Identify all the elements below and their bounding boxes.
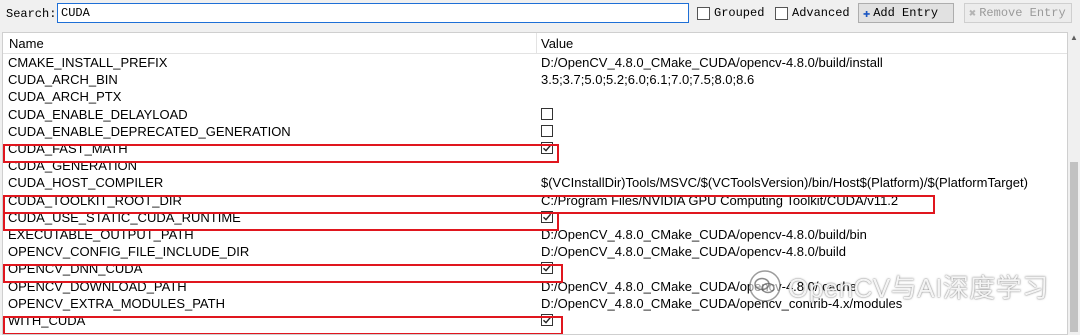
entry-name: EXECUTABLE_OUTPUT_PATH <box>8 227 194 242</box>
advanced-label: Advanced <box>792 6 850 20</box>
checkmark-icon <box>543 144 552 152</box>
table-header: Name Value <box>3 33 1067 54</box>
entry-value-checkbox[interactable] <box>541 124 553 137</box>
table-row[interactable]: WITH_CUDA <box>3 312 1067 329</box>
entry-name: OPENCV_EXTRA_MODULES_PATH <box>8 295 225 311</box>
scroll-up-arrow-icon[interactable]: ▲ <box>1070 34 1078 42</box>
grouped-checkbox[interactable]: Grouped <box>697 4 764 22</box>
search-label: Search: <box>6 7 57 21</box>
entry-name: CUDA_TOOLKIT_ROOT_DIR <box>8 192 182 208</box>
remove-entry-label: Remove Entry <box>979 6 1066 20</box>
entry-name: CUDA_ARCH_PTX <box>8 89 122 105</box>
entry-name: CMAKE_INSTALL_PREFIX <box>8 55 168 70</box>
checkmark-icon <box>543 265 552 273</box>
entry-value-checkbox[interactable] <box>541 262 553 275</box>
entry-value[interactable]: 3.5;3.7;5.0;5.2;6.0;6.1;7.0;7.5;8.0;8.6 <box>541 72 754 87</box>
entry-name: CUDA_ARCH_BIN <box>8 72 118 88</box>
table-row[interactable]: CUDA_GENERATION <box>3 157 1067 174</box>
entry-value-checkbox[interactable] <box>541 314 553 326</box>
plus-icon: ✚ <box>863 6 871 21</box>
table-row[interactable]: CUDA_ENABLE_DEPRECATED_GENERATION <box>3 123 1067 140</box>
advanced-checkbox-box[interactable] <box>775 6 788 20</box>
cross-icon: ✖ <box>969 6 977 21</box>
column-header-name[interactable]: Name <box>9 36 44 51</box>
entry-name: CUDA_FAST_MATH <box>8 141 128 156</box>
vertical-scrollbar[interactable]: ▲ <box>1068 32 1080 335</box>
entry-name: OPENCV_CONFIG_FILE_INCLUDE_DIR <box>8 244 250 260</box>
table-row[interactable]: CUDA_ARCH_BIN 3.5;3.7;5.0;5.2;6.0;6.1;7.0… <box>3 71 1067 88</box>
entry-value[interactable]: D:/OpenCV_4.8.0_CMake_CUDA/opencv-4.8.0/… <box>541 244 846 259</box>
table-row[interactable]: OPENCV_CONFIG_FILE_INCLUDE_DIR D:/OpenCV_… <box>3 243 1067 260</box>
entry-name: CUDA_ENABLE_DELAYLOAD <box>8 106 188 122</box>
grouped-label: Grouped <box>714 6 765 20</box>
column-divider[interactable] <box>536 33 537 53</box>
entry-value-checkbox[interactable] <box>541 210 553 223</box>
table-row[interactable]: CUDA_USE_STATIC_CUDA_RUNTIME <box>3 209 1067 226</box>
toolbar: Search: Grouped Advanced ✚ Add Entry ✖ R… <box>0 0 1080 30</box>
table-row[interactable]: CUDA_ENABLE_DELAYLOAD <box>3 106 1067 123</box>
remove-entry-button[interactable]: ✖ Remove Entry <box>964 3 1072 23</box>
add-entry-button[interactable]: ✚ Add Entry <box>858 3 954 23</box>
entry-name: CUDA_GENERATION <box>8 158 138 174</box>
entry-name: CUDA_HOST_COMPILER <box>8 175 164 191</box>
entry-value-checkbox[interactable] <box>541 107 553 120</box>
table-row[interactable]: CUDA_HOST_COMPILER $(VCInstallDir)Tools/M… <box>3 174 1067 191</box>
table-row[interactable]: CUDA_TOOLKIT_ROOT_DIR C:/Program Files/NV… <box>3 192 1067 209</box>
scrollbar-thumb[interactable] <box>1070 162 1078 332</box>
entry-name: WITH_CUDA <box>8 313 86 328</box>
checkmark-icon <box>543 316 552 324</box>
entry-value[interactable]: D:/OpenCV_4.8.0_CMake_CUDA/opencv-4.8.0/… <box>541 227 867 242</box>
entry-value[interactable]: D:/OpenCV_4.8.0_CMake_CUDA/opencv-4.8.0/… <box>541 55 883 70</box>
table-row[interactable]: CUDA_FAST_MATH <box>3 140 1067 157</box>
grouped-checkbox-box[interactable] <box>697 6 710 20</box>
entry-name: CUDA_USE_STATIC_CUDA_RUNTIME <box>8 209 241 225</box>
checkmark-icon <box>543 213 552 221</box>
add-entry-label: Add Entry <box>873 6 939 20</box>
watermark: OpenCV与AI深度学习 <box>748 266 1049 306</box>
table-row[interactable]: EXECUTABLE_OUTPUT_PATH D:/OpenCV_4.8.0_CM… <box>3 226 1067 243</box>
wechat-logo-icon <box>749 270 781 302</box>
table-row[interactable]: CUDA_ARCH_PTX <box>3 88 1067 105</box>
entry-value[interactable]: C:/Program Files/NVIDIA GPU Computing To… <box>541 193 898 208</box>
search-input[interactable] <box>57 3 689 23</box>
entry-value-checkbox[interactable] <box>541 142 553 154</box>
entry-name: OPENCV_DOWNLOAD_PATH <box>8 278 187 294</box>
table-row[interactable]: CMAKE_INSTALL_PREFIX D:/OpenCV_4.8.0_CMak… <box>3 54 1067 71</box>
watermark-text: OpenCV与AI深度学习 <box>788 272 1049 303</box>
column-header-value[interactable]: Value <box>541 36 573 51</box>
entry-name: OPENCV_DNN_CUDA <box>8 261 143 277</box>
advanced-checkbox[interactable]: Advanced <box>775 4 850 22</box>
entry-value[interactable]: $(VCInstallDir)Tools/MSVC/$(VCToolsVersi… <box>541 175 1028 190</box>
entry-name: CUDA_ENABLE_DEPRECATED_GENERATION <box>8 123 291 139</box>
